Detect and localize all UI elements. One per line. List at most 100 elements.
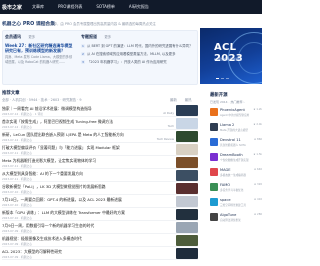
banner-dot[interactable] <box>226 78 229 79</box>
repo-name[interactable]: MAGE <box>220 168 254 172</box>
repo-desc: 具身智能机器人 SOTA <box>220 144 246 147</box>
article-thumbnail[interactable] <box>176 118 198 129</box>
repo-stars: ★ 1.5k <box>253 153 262 156</box>
nav-item-pro-courses[interactable]: PRO课程列表 <box>58 4 82 10</box>
nav-item-sota[interactable]: SOTA榜单 <box>96 4 115 10</box>
sidebar-item[interactable]: DreamBooth 个性化图像生成开源实现 ★ 1.5k <box>210 153 262 168</box>
sidebar-item-text: MAGE 多模态统一生成编码器 <box>220 168 254 177</box>
repo-name[interactable]: Llama 2 <box>220 123 253 127</box>
newsletter-lead-desc: 具身、Meta 发布 Code Llama，大模型的多领域进展，以及 RoboC… <box>5 55 73 64</box>
repo-name[interactable]: Devstral 11 <box>220 138 254 142</box>
sidebar-open-source: 最新开源 已发现 2914 · 热门推荐 › PhoenixAgent Agent… <box>210 92 262 228</box>
repo-name[interactable]: FAMO <box>220 183 254 187</box>
sidebar-item[interactable]: Llama 2 Meta 开源的大语言模型 ★ 2.4k <box>210 123 262 138</box>
article-thumbnail[interactable] <box>176 196 198 207</box>
topic-number: 2 <box>81 52 85 56</box>
feed-filter-bar[interactable]: 全部 · 人机共创 · 5944 · 技术 · 2603 · 研究报告 · 9 <box>2 97 82 102</box>
article-meta: 2023-07-09 · 机器之心 <box>2 242 33 246</box>
article-feed: 独家｜一周看完 AI 前沿学术进展：微调模型构造指导 2023-07-12 · 机… <box>2 104 198 260</box>
repo-icon <box>210 123 218 131</box>
repo-desc: 多模态统一生成编码器 <box>220 174 246 177</box>
newsletter-more-link[interactable]: 更多 <box>28 35 35 39</box>
repo-icon <box>210 138 218 146</box>
newsletter-heading: 会员通讯 更多 <box>5 34 75 40</box>
repo-desc: 多任务学习平衡优化 <box>220 189 244 192</box>
article-thumbnail[interactable] <box>176 248 198 259</box>
article-thumbnail[interactable] <box>176 209 198 220</box>
site-logo[interactable]: 极市之家 <box>2 4 32 11</box>
newsletter-heading-label: 会员通讯 <box>5 34 21 39</box>
article-row[interactable]: 从大模型到具身智能：AI 的下一个重要发展方向 2023-07-11 · 机器之心 <box>2 169 198 182</box>
acl-banner[interactable]: ACL 2023 AI 顶会会议系列报道 <box>200 28 262 84</box>
repo-name[interactable]: space <box>220 198 254 202</box>
feed-sort-tools: 最新 最热 <box>170 97 192 102</box>
banner-subtitle: AI 顶会会议系列报道 <box>214 57 242 61</box>
repo-icon <box>210 108 218 116</box>
banner-dot[interactable] <box>216 78 219 79</box>
hero-card: 会员通讯 更多 Week 27：新社区研究精选清华模型研究已有，预训练模型的新发… <box>2 30 198 85</box>
sort-latest[interactable]: 最新 <box>170 97 177 102</box>
article-thumbnail[interactable] <box>176 144 198 155</box>
article-row[interactable]: 7月9日一周，用数据引导一个新的机器学习生态的时代 2023-07-09 · 机器… <box>2 221 198 234</box>
article-row[interactable]: ACL 2023：大模型的可解释性研究 2023-07-09 · 机器之心 <box>2 247 198 260</box>
repo-stars: ★ 410 <box>253 198 262 201</box>
article-thumbnail[interactable] <box>176 235 198 246</box>
sidebar-item[interactable]: space 三维空间场景重建工具 ★ 410 <box>210 198 262 213</box>
article-row[interactable]: 独家｜一周看完 AI 前沿学术进展：微调模型构造指导 2023-07-12 · 机… <box>2 104 198 117</box>
repo-icon <box>210 198 218 206</box>
newsletter-column: 会员通讯 更多 Week 27：新社区研究精选清华模型研究已有，预训练模型的新发… <box>5 34 75 64</box>
article-thumbnail[interactable] <box>176 131 198 142</box>
article-thumbnail[interactable] <box>176 183 198 194</box>
nav-item-reports[interactable]: AI研究报告 <box>129 4 149 10</box>
topics-column: 专题报道 更多 1从 BERT 到 GPT 的演进：LLM 时代，国内外的研究进… <box>81 34 197 66</box>
sort-hottest[interactable]: 最热 <box>185 97 192 102</box>
repo-icon <box>210 213 218 221</box>
sidebar-item-text: Devstral 11 具身智能机器人 SOTA <box>220 138 254 147</box>
article-meta: 2023-07-10 · 机器之心 <box>2 190 33 194</box>
article-row[interactable]: 新研，LeCun 团队提出联合嵌入预测 I-JEPA 是 Meta 的人工智能新… <box>2 130 198 143</box>
sidebar-item[interactable]: Devstral 11 具身智能机器人 SOTA ★ 860 <box>210 138 262 153</box>
nav-item-articles[interactable]: 文章库 <box>32 4 44 10</box>
article-row[interactable]: Meta 为机器眼打造光影大模型，让定焦实现物体的学习 2023-07-11 · … <box>2 156 198 169</box>
topic-text: 「2023 年机器学习」：开放人类的 AI 作为应用研究 <box>87 60 167 64</box>
article-row[interactable]: 7月10日，一周要点回顾：GPT-4 的新进展，以及 ACL 2023 最新进展… <box>2 195 198 208</box>
article-row[interactable]: 机器视觉：极限图像及生成技术进入多模态时代 2023-07-09 · 机器之心 <box>2 234 198 247</box>
topic-number: 3 <box>81 60 85 64</box>
banner-pagination[interactable] <box>216 78 229 79</box>
newsletter-lead-title[interactable]: Week 27：新社区研究精选清华模型研究已有，预训练模型的新发展？ <box>5 43 75 53</box>
sidebar-item[interactable]: FAMO 多任务学习平衡优化 ★ 320 <box>210 183 262 198</box>
topic-text: 从 AI 在搜索领域的应用看模型蒸馏方法，MLLM, 以及更多 <box>87 52 176 56</box>
repo-name[interactable]: AlgoTune <box>220 213 254 217</box>
article-meta: 2023-07-10 · 机器之心 <box>2 203 33 207</box>
topic-number: 1 <box>81 44 85 48</box>
article-row[interactable]: 首次实现「按需生成」，阿里巴巴视频生成 Tuning-free 微调方法 2023… <box>2 117 198 130</box>
sidebar-item[interactable]: MAGE 多模态统一生成编码器 ★ 640 <box>210 168 262 183</box>
sidebar-item[interactable]: AlgoTune 自动算法调优框架 ★ 280 <box>210 213 262 228</box>
topic-item[interactable]: 2从 AI 在搜索领域的应用看模型蒸馏方法，MLLM, 以及更多 <box>81 50 197 58</box>
repo-stars: ★ 280 <box>253 213 262 216</box>
article-thumbnail[interactable] <box>176 170 198 181</box>
article-meta: 2023-07-11 · 机器之心 <box>2 164 33 168</box>
topic-item[interactable]: 3 「2023 年机器学习」：开放人类的 AI 作为应用研究 <box>81 58 197 66</box>
article-row[interactable]: 打破大模型偏误评价「显著问题」与「能力进展」 实现 Modular 框架 2023… <box>2 143 198 156</box>
article-tag: AI Daily <box>163 111 174 115</box>
repo-name[interactable]: PhoenixAgent <box>220 108 253 112</box>
topics-more-link[interactable]: 更多 <box>104 35 111 39</box>
repo-name[interactable]: DreamBooth <box>220 153 253 157</box>
sidebar-item[interactable]: PhoenixAgent Agent 中的大模型新应用 ★ 1.2k <box>210 108 262 123</box>
banner-dot[interactable] <box>221 78 224 79</box>
top-navigation-bar: 极市之家 文章库 PRO课程列表 SOTA榜单 AI研究报告 <box>0 0 262 14</box>
article-row[interactable]: 谷歌新模型「PaLI」，LK 3D 大模型做视觉图片的发展新思路 2023-07-… <box>2 182 198 195</box>
article-thumbnail[interactable] <box>176 157 198 168</box>
repo-desc: Meta 开源的大语言模型 <box>220 129 249 132</box>
topic-item[interactable]: 1从 BERT 到 GPT 的演进：LLM 时代，国内外的研究进展有什么异同？ <box>81 42 197 50</box>
article-meta: 2023-07-12 · 机器之心 <box>2 138 33 142</box>
sidebar-subheading[interactable]: 已发现 2914 · 热门推荐 › <box>210 100 262 104</box>
article-meta: 2023-07-11 · 机器之心 <box>2 177 33 181</box>
article-thumbnail[interactable] <box>176 105 198 116</box>
article-row[interactable]: 新版本「GPU 训练」：LLM 的大模型训练在 Transformer 中最好的… <box>2 208 198 221</box>
repo-desc: Agent 中的大模型新应用 <box>220 114 250 117</box>
article-thumbnail[interactable] <box>176 222 198 233</box>
article-tag: Tech <box>167 124 174 128</box>
repo-desc: 自动算法调优框架 <box>220 219 241 222</box>
